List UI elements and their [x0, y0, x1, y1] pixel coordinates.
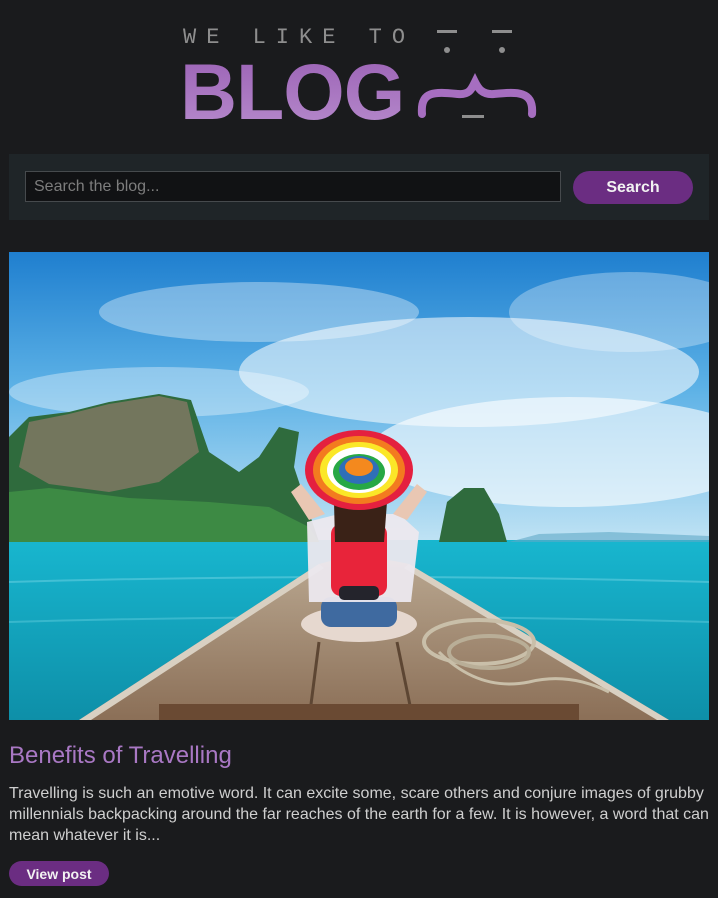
search-button[interactable]: Search [573, 171, 693, 204]
search-bar: Search [9, 154, 709, 220]
logo-wordmark: BLOG [180, 47, 405, 136]
site-logo[interactable]: WE LIKE TO BLOG [180, 22, 540, 132]
post-excerpt: Travelling is such an emotive word. It c… [9, 785, 709, 844]
search-input[interactable] [25, 171, 561, 202]
post-image[interactable] [9, 252, 709, 720]
logo-face-icon [417, 30, 537, 118]
post-title[interactable]: Benefits of Travelling [9, 742, 232, 770]
post-photo-travel-boat [9, 252, 709, 720]
view-post-button[interactable]: View post [9, 861, 109, 886]
